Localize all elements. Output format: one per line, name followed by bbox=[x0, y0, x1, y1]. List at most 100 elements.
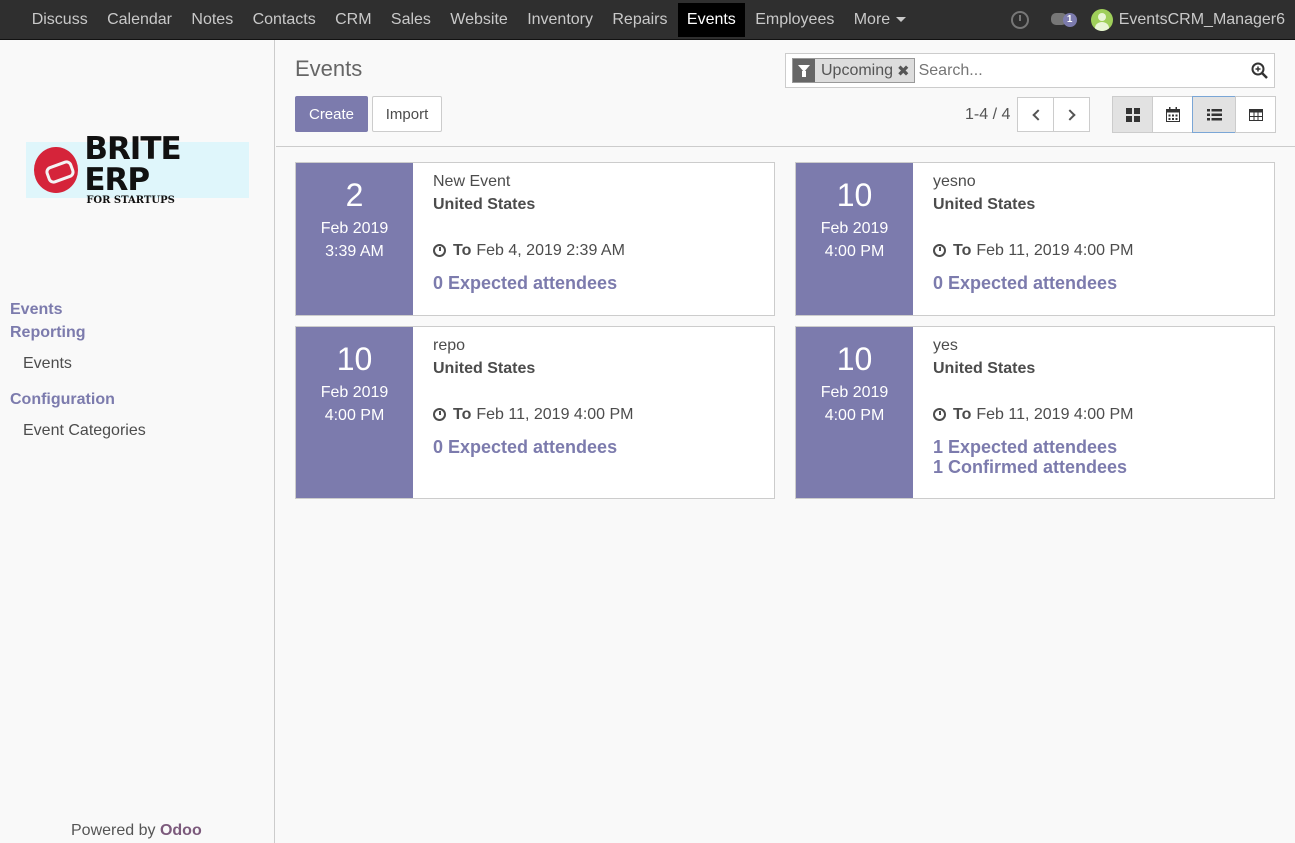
event-card[interactable]: 2 Feb 2019 3:39 AM New Event United Stat… bbox=[295, 162, 775, 316]
clock-icon bbox=[933, 408, 946, 421]
search-facet: Upcoming ✖ bbox=[792, 58, 915, 83]
event-card[interactable]: 10 Feb 2019 4:00 PM yes United States To… bbox=[795, 326, 1275, 499]
event-day: 10 bbox=[836, 341, 873, 377]
create-button[interactable]: Create bbox=[295, 96, 368, 132]
event-name: New Event bbox=[433, 173, 511, 190]
event-country: United States bbox=[433, 360, 536, 377]
event-date-block: 10 Feb 2019 4:00 PM bbox=[796, 327, 913, 498]
event-month: Feb 2019 bbox=[320, 384, 389, 401]
menu-inventory[interactable]: Inventory bbox=[518, 3, 602, 37]
clock-icon bbox=[933, 244, 946, 257]
event-date-block: 2 Feb 2019 3:39 AM bbox=[296, 163, 413, 315]
event-time: 3:39 AM bbox=[325, 243, 384, 260]
search-bar: Upcoming ✖ bbox=[785, 53, 1275, 88]
import-button[interactable]: Import bbox=[372, 96, 442, 132]
event-date-block: 10 Feb 2019 4:00 PM bbox=[796, 163, 913, 315]
control-panel: Events Upcoming ✖ Create Import 1-4 / 4 bbox=[276, 40, 1295, 147]
pager-previous-button[interactable] bbox=[1017, 97, 1054, 132]
powered-by-label: Powered by bbox=[71, 822, 156, 839]
event-day: 2 bbox=[345, 177, 364, 213]
kanban-view-button[interactable] bbox=[1112, 96, 1153, 133]
chat-count-badge: 1 bbox=[1062, 13, 1077, 27]
user-name: EventsCRM_Manager6 bbox=[1118, 11, 1285, 28]
event-month: Feb 2019 bbox=[820, 384, 889, 401]
pager-value[interactable]: 1-4 / 4 bbox=[965, 106, 1010, 124]
event-day: 10 bbox=[336, 341, 373, 377]
sidebar-item-events[interactable]: Events bbox=[10, 301, 62, 319]
grid-view-button[interactable] bbox=[1235, 96, 1276, 133]
event-day: 10 bbox=[836, 177, 873, 213]
sidebar-section-reporting[interactable]: Reporting bbox=[10, 324, 86, 342]
sidebar-section-configuration[interactable]: Configuration bbox=[10, 391, 115, 409]
menu-website[interactable]: Website bbox=[441, 3, 517, 37]
menu-sales[interactable]: Sales bbox=[382, 3, 440, 37]
event-month: Feb 2019 bbox=[820, 220, 889, 237]
event-details: yes United States To Feb 11, 2019 4:00 P… bbox=[933, 336, 1264, 477]
logo-title: BRITE ERP bbox=[84, 131, 181, 198]
pager-next-button[interactable] bbox=[1053, 97, 1090, 132]
event-end-date: Feb 4, 2019 2:39 AM bbox=[476, 242, 625, 259]
kanban-view-icon bbox=[1125, 107, 1140, 122]
menu-employees[interactable]: Employees bbox=[746, 3, 843, 37]
company-logo[interactable]: BRITE ERP FOR STARTUPS bbox=[26, 134, 249, 206]
event-card[interactable]: 10 Feb 2019 4:00 PM repo United States T… bbox=[295, 326, 775, 499]
clock-icon[interactable] bbox=[1010, 11, 1029, 29]
main-content: Events Upcoming ✖ Create Import 1-4 / 4 bbox=[276, 40, 1295, 843]
logo-subtitle: FOR STARTUPS bbox=[86, 195, 175, 206]
odoo-link[interactable]: Odoo bbox=[160, 822, 202, 839]
chevron-left-icon bbox=[1031, 108, 1044, 121]
clock-icon bbox=[433, 244, 446, 257]
sidebar: BRITE ERP FOR STARTUPS Events Reporting … bbox=[0, 40, 275, 843]
to-label: To bbox=[953, 242, 972, 259]
event-name: yes bbox=[933, 337, 958, 354]
event-details: repo United States To Feb 11, 2019 4:00 … bbox=[433, 336, 764, 457]
sidebar-item-reporting-events[interactable]: Events bbox=[23, 355, 72, 373]
calendar-view-button[interactable] bbox=[1152, 96, 1193, 133]
sidebar-item-event-categories[interactable]: Event Categories bbox=[23, 422, 146, 440]
page-title: Events bbox=[295, 56, 363, 81]
expected-attendees: 1 Expected attendees bbox=[933, 437, 1118, 457]
event-end: To Feb 4, 2019 2:39 AM bbox=[433, 241, 764, 260]
expected-attendees: 0 Expected attendees bbox=[933, 273, 1118, 293]
event-month: Feb 2019 bbox=[320, 220, 389, 237]
main-navbar: Discuss Calendar Notes Contacts CRM Sale… bbox=[0, 0, 1295, 40]
menu-repairs[interactable]: Repairs bbox=[603, 3, 676, 37]
powered-by: Powered by Odoo bbox=[71, 822, 202, 840]
search-icon[interactable] bbox=[1251, 62, 1268, 79]
menu-more-label: More bbox=[853, 10, 891, 28]
list-view-icon bbox=[1206, 108, 1222, 120]
menu-contacts[interactable]: Contacts bbox=[244, 3, 325, 37]
user-menu[interactable]: EventsCRM_Manager6 bbox=[1090, 9, 1295, 31]
caret-down-icon bbox=[896, 16, 907, 22]
event-end: To Feb 11, 2019 4:00 PM bbox=[433, 405, 764, 424]
list-view-button[interactable] bbox=[1192, 96, 1236, 133]
menu-more[interactable]: More bbox=[845, 3, 915, 37]
clock-icon bbox=[433, 408, 446, 421]
menu-crm[interactable]: CRM bbox=[326, 3, 380, 37]
expected-attendees: 0 Expected attendees bbox=[433, 273, 618, 293]
logo-text: BRITE ERP FOR STARTUPS bbox=[84, 134, 249, 206]
event-details: New Event United States To Feb 4, 2019 2… bbox=[433, 172, 764, 293]
event-card[interactable]: 10 Feb 2019 4:00 PM yesno United States … bbox=[795, 162, 1275, 316]
menu-events[interactable]: Events bbox=[677, 2, 745, 37]
event-name: repo bbox=[433, 337, 466, 354]
close-icon[interactable]: ✖ bbox=[897, 62, 914, 80]
event-country: United States bbox=[933, 360, 1036, 377]
event-country: United States bbox=[433, 196, 536, 213]
expected-attendees: 0 Expected attendees bbox=[433, 437, 618, 457]
menu-discuss[interactable]: Discuss bbox=[23, 3, 97, 37]
event-end: To Feb 11, 2019 4:00 PM bbox=[933, 241, 1264, 260]
event-time: 4:00 PM bbox=[324, 407, 385, 424]
filter-icon bbox=[793, 59, 815, 82]
event-details: yesno United States To Feb 11, 2019 4:00… bbox=[933, 172, 1264, 293]
event-date-block: 10 Feb 2019 4:00 PM bbox=[296, 327, 413, 498]
facet-label: Upcoming bbox=[821, 61, 894, 79]
logo-mark-icon bbox=[34, 147, 79, 193]
chat-icon[interactable]: 1 bbox=[1050, 11, 1077, 29]
search-input[interactable] bbox=[918, 61, 1229, 80]
event-time: 4:00 PM bbox=[824, 407, 885, 424]
chevron-right-icon bbox=[1063, 108, 1076, 121]
menu-calendar[interactable]: Calendar bbox=[98, 3, 181, 37]
event-country: United States bbox=[933, 196, 1036, 213]
menu-notes[interactable]: Notes bbox=[182, 3, 242, 37]
